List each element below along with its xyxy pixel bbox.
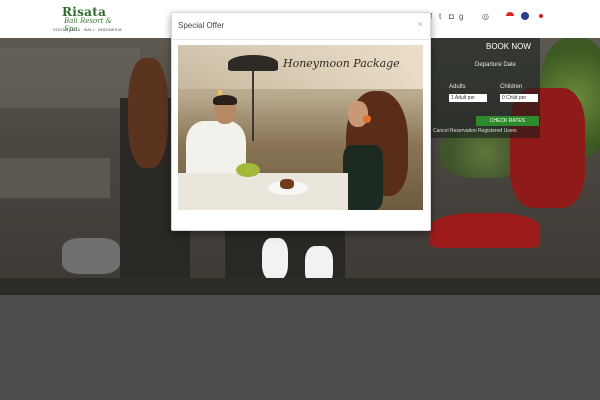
page-below-hero xyxy=(0,295,600,400)
adults-label: Adults xyxy=(449,84,466,90)
departure-date-label: Departure Date xyxy=(475,62,517,68)
special-offer-modal: Special Offer × Honeymoon Package xyxy=(171,12,431,231)
googleplus-icon[interactable]: g xyxy=(459,12,463,21)
tripadvisor-icon[interactable]: ◎ xyxy=(482,12,489,21)
children-label: Children xyxy=(500,84,523,90)
japan-flag[interactable] xyxy=(537,12,545,20)
twitter-icon[interactable]: t xyxy=(439,12,441,21)
close-icon[interactable]: × xyxy=(418,19,423,29)
uk-flag[interactable] xyxy=(521,12,529,20)
book-now-button[interactable]: BOOK NOW xyxy=(486,42,531,51)
modal-title: Special Offer xyxy=(178,21,225,30)
umbrella xyxy=(228,55,278,71)
modal-divider xyxy=(172,39,430,40)
dinner-table xyxy=(178,173,348,210)
logo[interactable]: Risata Bali Resort & Spa SOUTH KUTA · BA… xyxy=(52,5,122,35)
promo-title: Honeymoon Package xyxy=(283,57,400,70)
honeymoon-package-image[interactable]: Honeymoon Package xyxy=(178,45,423,210)
booking-links[interactable]: Cancel Reservation Registered Users xyxy=(433,128,517,134)
cooking-table xyxy=(0,278,600,295)
logo-tagline: SOUTH KUTA · BALI · INDONESIA xyxy=(53,27,122,32)
adults-select[interactable]: 1 Adult per xyxy=(449,94,487,102)
check-rates-button[interactable]: CHECK RATES xyxy=(476,116,539,126)
children-select[interactable]: 0 Child per xyxy=(500,94,538,102)
indonesia-flag[interactable] xyxy=(506,12,514,20)
instagram-icon[interactable]: ◘ xyxy=(449,12,454,21)
